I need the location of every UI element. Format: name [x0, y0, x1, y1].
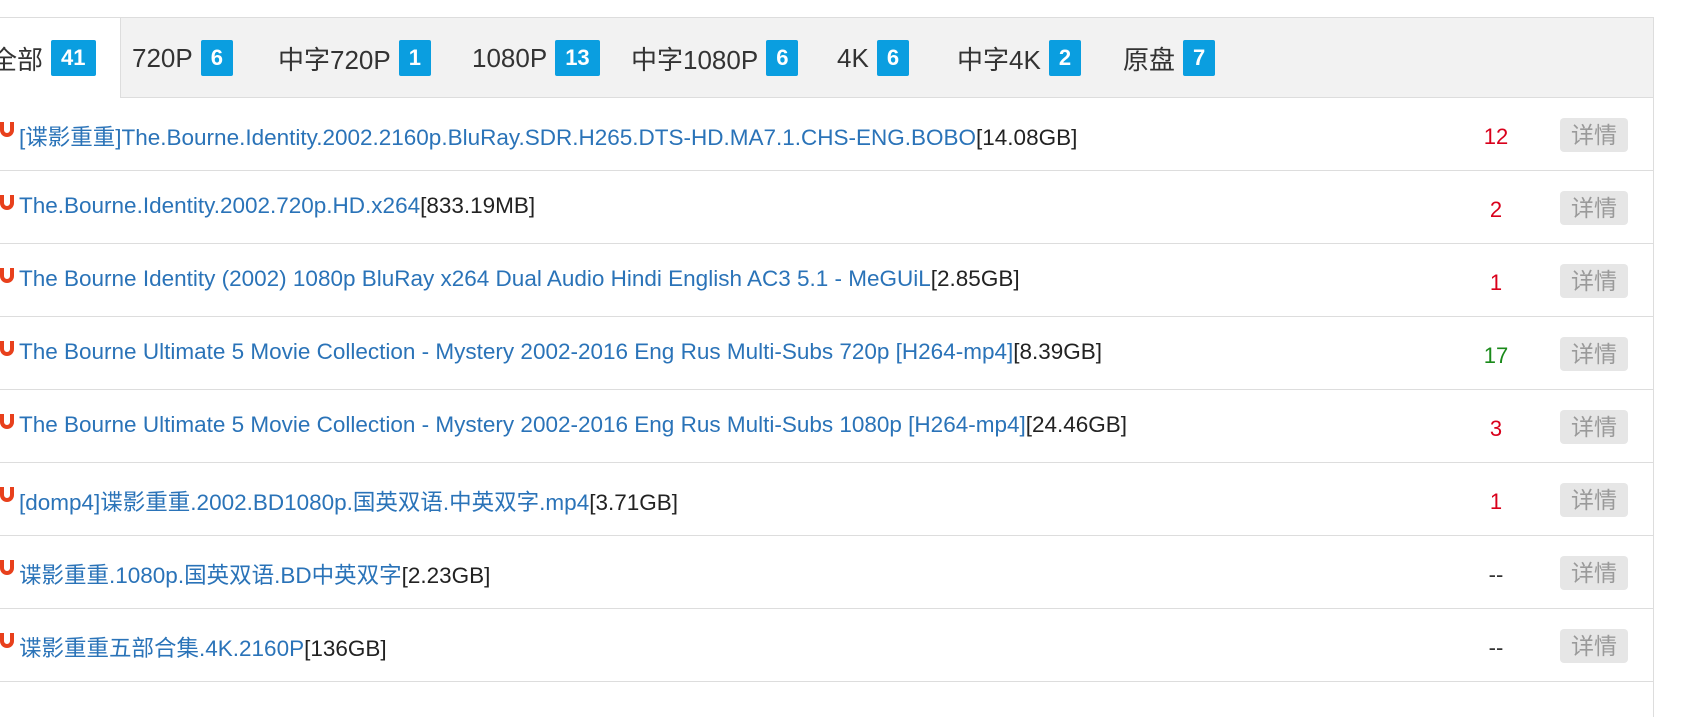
details-button[interactable]: 详情: [1560, 264, 1628, 298]
file-size: [14.08GB]: [976, 125, 1078, 150]
tab-label: 中字1080P: [631, 44, 759, 75]
tab-4k[interactable]: 4K 6: [837, 40, 910, 76]
tab-count-badge: 2: [1048, 40, 1082, 76]
tab-label: 4K: [837, 42, 869, 73]
download-count: 1: [1489, 489, 1503, 514]
resource-title: [谍影重重]The.Bourne.Identity.2002.2160p.Blu…: [19, 120, 1077, 152]
tab-label: 原盘: [1123, 44, 1176, 75]
resource-title: The.Bourne.Identity.2002.720p.HD.x264[83…: [19, 193, 535, 219]
tab-label: 中字4K: [957, 44, 1041, 75]
magnet-icon[interactable]: [0, 412, 14, 430]
details-button[interactable]: 详情: [1560, 483, 1628, 517]
magnet-icon[interactable]: [0, 120, 14, 138]
resource-link[interactable]: The Bourne Ultimate 5 Movie Collection -…: [19, 412, 1026, 437]
tab-count-badge: 13: [555, 40, 600, 76]
quality-tabs: 全部 41 720P 6 中字720P 1 1080P 13 中字1080P 6…: [0, 18, 1653, 98]
tab-all[interactable]: 全部 41: [0, 40, 96, 76]
tab-count-badge: 1: [398, 40, 431, 76]
tab-chinese-720p[interactable]: 中字720P 1: [278, 40, 431, 76]
magnet-icon[interactable]: [0, 485, 14, 503]
download-count: 17: [1483, 343, 1509, 368]
table-row: 谍影重重五部合集.4K.2160P[136GB] -- 详情: [0, 609, 1653, 682]
resource-link[interactable]: The Bourne Identity (2002) 1080p BluRay …: [19, 266, 931, 291]
resource-title: The Bourne Ultimate 5 Movie Collection -…: [19, 412, 1127, 438]
resource-title: The Bourne Ultimate 5 Movie Collection -…: [19, 339, 1102, 365]
tab-chinese-1080p[interactable]: 中字1080P 6: [631, 40, 799, 76]
tab-label: 720P: [132, 42, 193, 73]
details-button[interactable]: 详情: [1560, 629, 1628, 663]
resource-title: The Bourne Identity (2002) 1080p BluRay …: [19, 266, 1020, 292]
tab-count-badge: 6: [200, 40, 233, 76]
tab-label: 中字720P: [278, 44, 391, 75]
file-size: [833.19MB]: [420, 193, 536, 218]
tab-chinese-4k[interactable]: 中字4K 2: [957, 40, 1082, 76]
resource-link[interactable]: 谍影重重五部合集.4K.2160P: [19, 636, 304, 661]
file-size: [2.85GB]: [930, 266, 1020, 291]
file-size: [136GB]: [304, 636, 387, 661]
download-count: --: [1488, 562, 1504, 587]
details-button[interactable]: 详情: [1560, 410, 1628, 444]
file-size: [8.39GB]: [1013, 339, 1103, 364]
file-size: [24.46GB]: [1025, 412, 1128, 437]
resource-title: 谍影重重.1080p.国英双语.BD中英双字[2.23GB]: [19, 558, 490, 590]
tab-720p[interactable]: 720P 6: [132, 40, 233, 76]
table-row: [domp4]谍影重重.2002.BD1080p.国英双语.中英双字.mp4[3…: [0, 463, 1653, 536]
magnet-icon[interactable]: [0, 339, 14, 357]
table-row: The Bourne Ultimate 5 Movie Collection -…: [0, 317, 1653, 390]
resource-title: 谍影重重五部合集.4K.2160P[136GB]: [19, 631, 387, 663]
tab-count-badge: 6: [876, 40, 910, 76]
magnet-icon[interactable]: [0, 266, 14, 284]
download-count: 3: [1489, 416, 1503, 441]
table-row: 谍影重重.1080p.国英双语.BD中英双字[2.23GB] -- 详情: [0, 536, 1653, 609]
table-row: The.Bourne.Identity.2002.720p.HD.x264[83…: [0, 171, 1653, 244]
magnet-icon[interactable]: [0, 631, 14, 649]
file-size: [2.23GB]: [401, 563, 491, 588]
download-count: 2: [1489, 197, 1503, 222]
table-row: The Bourne Ultimate 5 Movie Collection -…: [0, 390, 1653, 463]
resource-panel: 全部 41 720P 6 中字720P 1 1080P 13 中字1080P 6…: [0, 17, 1654, 717]
details-button[interactable]: 详情: [1560, 191, 1628, 225]
tab-label: 全部: [0, 44, 44, 75]
details-button[interactable]: 详情: [1560, 337, 1628, 371]
magnet-icon[interactable]: [0, 558, 14, 576]
resource-link[interactable]: The.Bourne.Identity.2002.720p.HD.x264: [19, 193, 420, 218]
table-row: The Bourne Identity (2002) 1080p BluRay …: [0, 244, 1653, 317]
resource-title: [domp4]谍影重重.2002.BD1080p.国英双语.中英双字.mp4[3…: [19, 485, 678, 517]
tab-label: 1080P: [472, 42, 548, 73]
details-button[interactable]: 详情: [1560, 118, 1628, 152]
details-button[interactable]: 详情: [1560, 556, 1628, 590]
tab-count-badge: 7: [1183, 40, 1216, 76]
tab-count-badge: 6: [766, 40, 799, 76]
resource-link[interactable]: The Bourne Ultimate 5 Movie Collection -…: [19, 339, 1013, 364]
resource-link[interactable]: [谍影重重]The.Bourne.Identity.2002.2160p.Blu…: [19, 125, 976, 150]
download-count: --: [1488, 635, 1504, 660]
tab-original-disc[interactable]: 原盘 7: [1123, 40, 1216, 76]
magnet-icon[interactable]: [0, 193, 14, 211]
download-count: 12: [1483, 124, 1509, 149]
table-row: [谍影重重]The.Bourne.Identity.2002.2160p.Blu…: [0, 98, 1653, 171]
tab-count-badge: 41: [51, 40, 96, 76]
resource-link[interactable]: 谍影重重.1080p.国英双语.BD中英双字: [19, 563, 402, 588]
tab-1080p[interactable]: 1080P 13: [472, 40, 600, 76]
download-count: 1: [1489, 270, 1503, 295]
file-size: [3.71GB]: [589, 490, 679, 515]
resource-link[interactable]: [domp4]谍影重重.2002.BD1080p.国英双语.中英双字.mp4: [19, 490, 589, 515]
